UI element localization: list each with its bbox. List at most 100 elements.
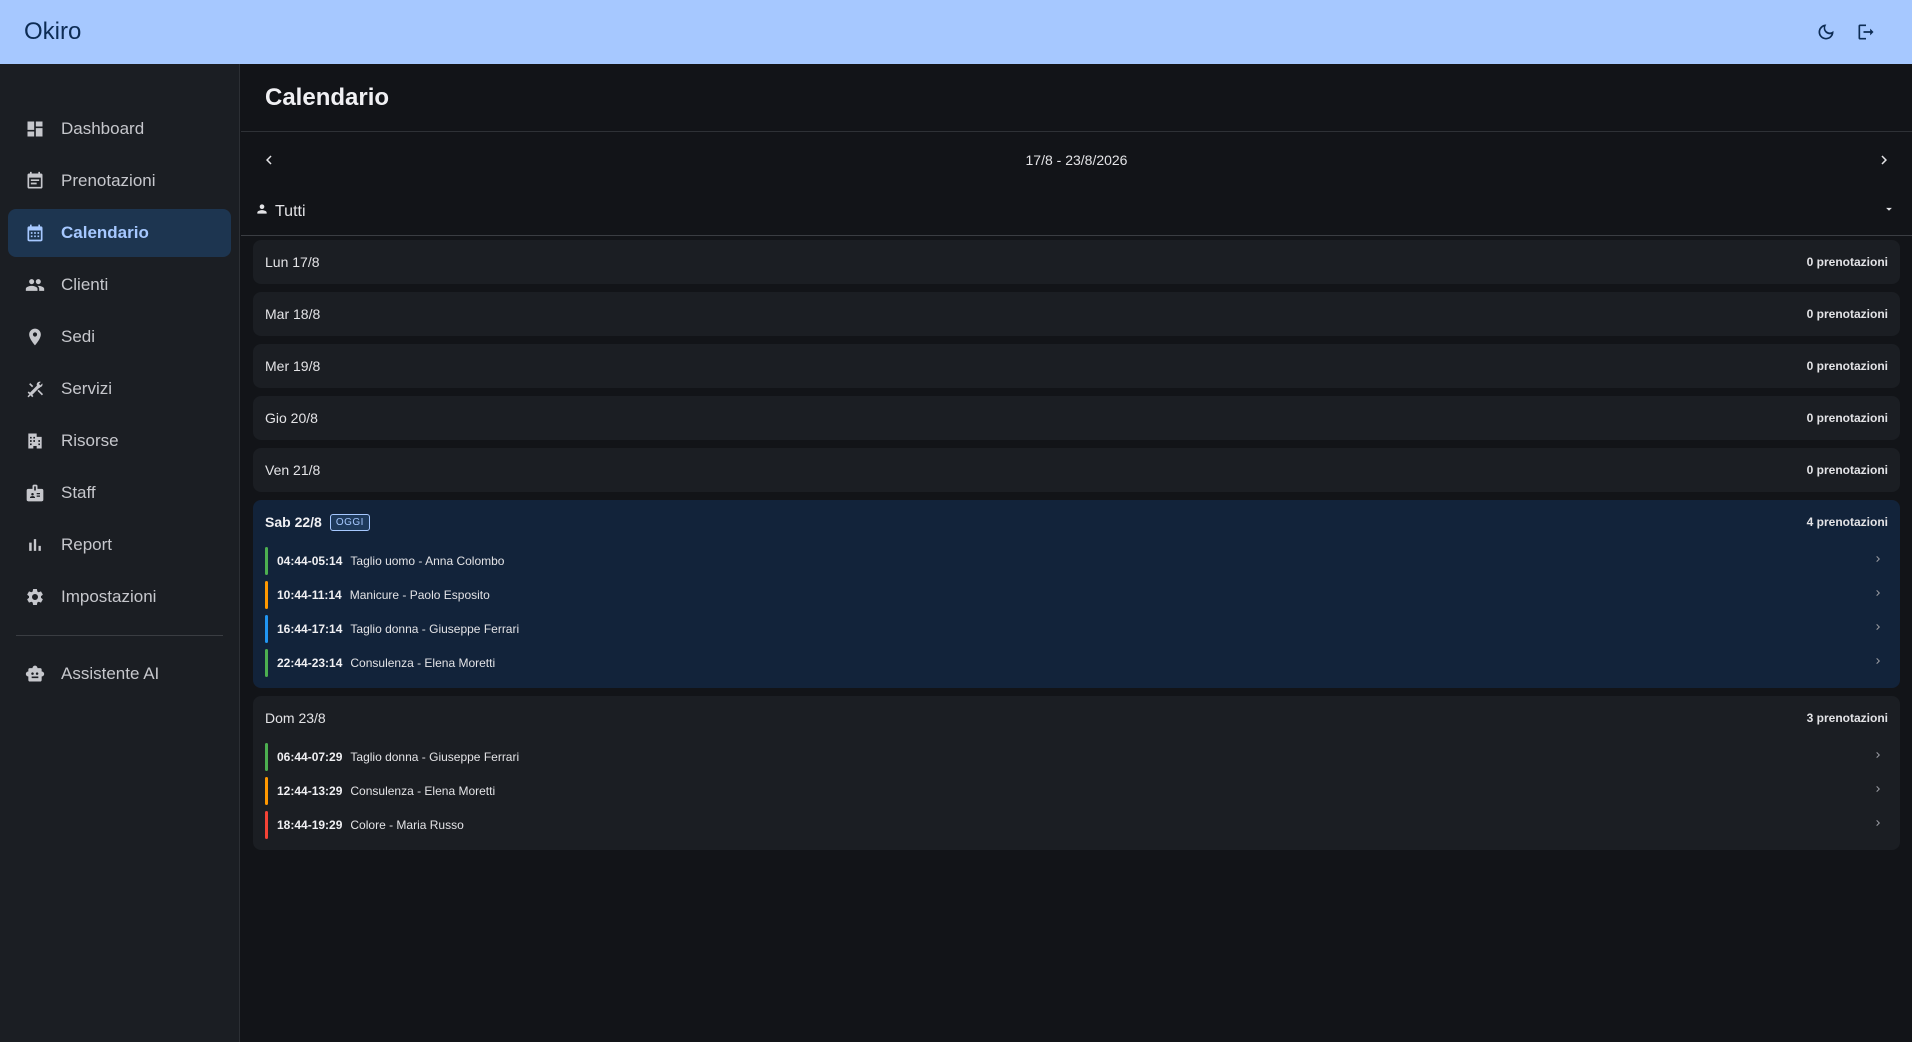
moon-icon[interactable]: [1814, 20, 1838, 44]
today-badge: OGGI: [329, 513, 370, 531]
sidebar-item-prenotazioni[interactable]: Prenotazioni: [8, 157, 231, 205]
booking-color-bar: [265, 581, 268, 609]
booking-list: 04:44-05:14 Taglio uomo - Anna Colombo 10:…: [253, 544, 1900, 688]
chevron-right-icon: [1872, 586, 1888, 604]
booking-time: 10:44-11:14: [277, 588, 342, 602]
caret-down-icon: [1882, 202, 1896, 221]
app-title: Okiro: [24, 18, 82, 45]
sidebar-item-label: Risorse: [61, 431, 119, 450]
booking-color-bar: [265, 743, 268, 771]
sidebar-item-label: Staff: [61, 483, 96, 502]
booking-count: 0 prenotazioni: [1806, 411, 1888, 425]
booking-time: 12:44-13:29: [277, 784, 343, 798]
sidebar-item-risorse[interactable]: Risorse: [8, 417, 231, 465]
booking-color-bar: [265, 615, 268, 643]
event-note-icon: [25, 171, 45, 191]
booking-color-bar: [265, 649, 268, 677]
day-header[interactable]: Mer 19/8 0 prenotazioni: [253, 344, 1900, 388]
booking-description: Taglio donna - Giuseppe Ferrari: [350, 750, 520, 764]
day-card: Gio 20/8 0 prenotazioni: [253, 396, 1900, 440]
day-header[interactable]: Sab 22/8 OGGI 4 prenotazioni: [253, 500, 1900, 544]
filter-value: Tutti: [275, 202, 306, 220]
sidebar-item-label: Servizi: [61, 379, 113, 398]
booking-count: 0 prenotazioni: [1806, 307, 1888, 321]
day-header[interactable]: Lun 17/8 0 prenotazioni: [253, 240, 1900, 284]
day-header[interactable]: Ven 21/8 0 prenotazioni: [253, 448, 1900, 492]
bar-chart-icon: [25, 535, 45, 555]
booking-time: 18:44-19:29: [277, 818, 343, 832]
people-icon: [25, 275, 45, 295]
sidebar-item-label: Calendario: [61, 223, 149, 242]
day-label: Dom 23/8: [265, 710, 326, 726]
booking-row[interactable]: 04:44-05:14 Taglio uomo - Anna Colombo: [265, 544, 1888, 578]
booking-description: Taglio uomo - Anna Colombo: [350, 554, 505, 568]
chevron-right-icon: [1872, 748, 1888, 766]
booking-color-bar: [265, 777, 268, 805]
robot-icon: [25, 664, 45, 684]
booking-count: 4 prenotazioni: [1806, 515, 1888, 529]
sidebar-item-label: Impostazioni: [61, 587, 157, 606]
page-title: Calendario: [265, 83, 390, 111]
dashboard-icon: [25, 119, 45, 139]
booking-row[interactable]: 22:44-23:14 Consulenza - Elena Moretti: [265, 646, 1888, 680]
booking-row[interactable]: 12:44-13:29 Consulenza - Elena Moretti: [265, 774, 1888, 808]
booking-row[interactable]: 06:44-07:29 Taglio donna - Giuseppe Ferra…: [265, 740, 1888, 774]
top-app-bar: Okiro: [0, 0, 1912, 64]
booking-count: 0 prenotazioni: [1806, 463, 1888, 477]
location-pin-icon: [25, 327, 45, 347]
day-header[interactable]: Mar 18/8 0 prenotazioni: [253, 292, 1900, 336]
day-label: Ven 21/8: [265, 462, 321, 478]
person-icon: [255, 202, 269, 221]
booking-time: 04:44-05:14: [277, 554, 343, 568]
chevron-right-icon: [1872, 782, 1888, 800]
day-card: Mer 19/8 0 prenotazioni: [253, 344, 1900, 388]
booking-row[interactable]: 18:44-19:29 Colore - Maria Russo: [265, 808, 1888, 842]
week-range: 17/8 - 23/8/2026: [1025, 152, 1128, 168]
sidebar-item-dashboard[interactable]: Dashboard: [8, 105, 231, 153]
badge-icon: [25, 483, 45, 503]
booking-list: 06:44-07:29 Taglio donna - Giuseppe Ferra…: [253, 740, 1900, 850]
day-label: Sab 22/8: [265, 514, 322, 530]
sidebar-item-assistente-ai[interactable]: Assistente AI: [8, 650, 231, 698]
sidebar-item-sedi[interactable]: Sedi: [8, 313, 231, 361]
day-label: Mar 18/8: [265, 306, 321, 322]
sidebar-item-calendario[interactable]: Calendario: [8, 209, 231, 257]
gear-icon: [25, 587, 45, 607]
day-header[interactable]: Gio 20/8 0 prenotazioni: [253, 396, 1900, 440]
day-label: Mer 19/8: [265, 358, 321, 374]
chevron-right-icon: [1872, 620, 1888, 638]
sidebar-item-label: Report: [61, 535, 113, 554]
sidebar-item-label: Sedi: [61, 327, 96, 346]
sidebar-item-impostazioni[interactable]: Impostazioni: [8, 573, 231, 621]
sidebar-item-label: Clienti: [61, 275, 109, 294]
chevron-left-icon[interactable]: [257, 148, 281, 172]
day-card: Mar 18/8 0 prenotazioni: [253, 292, 1900, 336]
sidebar-item-label: Dashboard: [61, 119, 145, 138]
main-content: Calendario 17/8 - 23/8/2026 Tutti Lun 17…: [241, 64, 1912, 1042]
booking-row[interactable]: 10:44-11:14 Manicure - Paolo Esposito: [265, 578, 1888, 612]
booking-description: Consulenza - Elena Moretti: [350, 656, 496, 670]
booking-time: 22:44-23:14: [277, 656, 343, 670]
booking-description: Taglio donna - Giuseppe Ferrari: [350, 622, 520, 636]
sidebar-item-clienti[interactable]: Clienti: [8, 261, 231, 309]
chevron-right-icon[interactable]: [1872, 148, 1896, 172]
day-label: Gio 20/8: [265, 410, 318, 426]
logout-icon[interactable]: [1854, 20, 1878, 44]
booking-color-bar: [265, 547, 268, 575]
staff-filter-select[interactable]: Tutti: [241, 188, 1912, 236]
booking-description: Consulenza - Elena Moretti: [350, 784, 496, 798]
tools-icon: [25, 379, 45, 399]
booking-description: Manicure - Paolo Esposito: [349, 588, 490, 602]
sidebar-item-report[interactable]: Report: [8, 521, 231, 569]
sidebar-item-servizi[interactable]: Servizi: [8, 365, 231, 413]
day-card: Sab 22/8 OGGI 4 prenotazioni 04:44-05:14 Tag…: [253, 500, 1900, 688]
sidebar-item-staff[interactable]: Staff: [8, 469, 231, 517]
booking-row[interactable]: 16:44-17:14 Taglio donna - Giuseppe Ferra…: [265, 612, 1888, 646]
calendar-icon: [25, 223, 45, 243]
day-header[interactable]: Dom 23/8 3 prenotazioni: [253, 696, 1900, 740]
day-list: Lun 17/8 0 prenotazioni Mar 18/8 0 prenotaz…: [241, 236, 1912, 850]
sidebar-item-label: Prenotazioni: [61, 171, 156, 190]
chevron-right-icon: [1872, 552, 1888, 570]
page-header: Calendario: [241, 64, 1912, 132]
booking-description: Colore - Maria Russo: [350, 818, 464, 832]
